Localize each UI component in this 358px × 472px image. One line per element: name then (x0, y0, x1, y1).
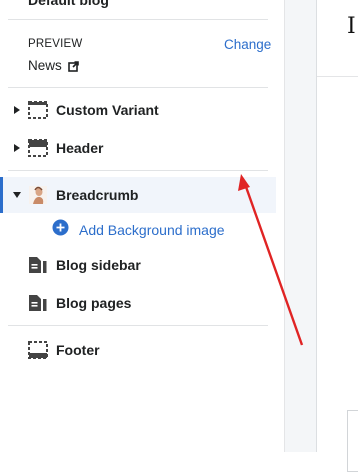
section-label: Header (56, 140, 104, 156)
template-title: Default blog (28, 0, 109, 8)
section-label: Footer (56, 342, 100, 358)
preview-value-text: News (28, 58, 62, 73)
theme-editor-sidebar: Default blog PREVIEW Change News Custom … (0, 0, 284, 452)
divider (8, 325, 268, 326)
change-preview-link[interactable]: Change (224, 37, 271, 52)
header-icon (28, 139, 48, 157)
editor-gutter (284, 0, 317, 452)
preview-divider (317, 76, 358, 77)
storefront-preview: I (316, 0, 358, 472)
section-label: Custom Variant (56, 102, 159, 118)
preview-label: PREVIEW (28, 38, 83, 50)
chevron-right-icon[interactable] (12, 105, 22, 115)
section-label: Breadcrumb (56, 187, 139, 203)
section-header[interactable]: Header (0, 130, 276, 166)
external-link-icon (67, 60, 79, 72)
chevron-down-icon[interactable] (12, 190, 22, 200)
document-icon (28, 256, 48, 274)
chevron-right-icon[interactable] (12, 143, 22, 153)
divider (8, 19, 268, 20)
section-dashed-icon (28, 101, 48, 119)
section-blog-sidebar[interactable]: Blog sidebar (0, 247, 276, 283)
preview-value[interactable]: News (28, 58, 79, 73)
document-icon (28, 294, 48, 312)
section-custom-variant[interactable]: Custom Variant (0, 92, 276, 128)
plus-circle-icon (52, 219, 69, 241)
section-breadcrumb[interactable]: Breadcrumb (0, 177, 276, 213)
add-block-button[interactable]: Add Background image (52, 219, 225, 241)
divider (8, 170, 268, 171)
preview-card (347, 410, 358, 472)
image-thumbnail-icon (28, 186, 48, 204)
footer-icon (28, 341, 48, 359)
section-footer[interactable]: Footer (0, 332, 276, 368)
preview-partial-text: I (347, 14, 356, 39)
section-blog-pages[interactable]: Blog pages (0, 285, 276, 321)
divider (8, 87, 268, 88)
section-label: Blog sidebar (56, 257, 141, 273)
section-label: Blog pages (56, 295, 132, 311)
add-block-label: Add Background image (79, 222, 225, 238)
